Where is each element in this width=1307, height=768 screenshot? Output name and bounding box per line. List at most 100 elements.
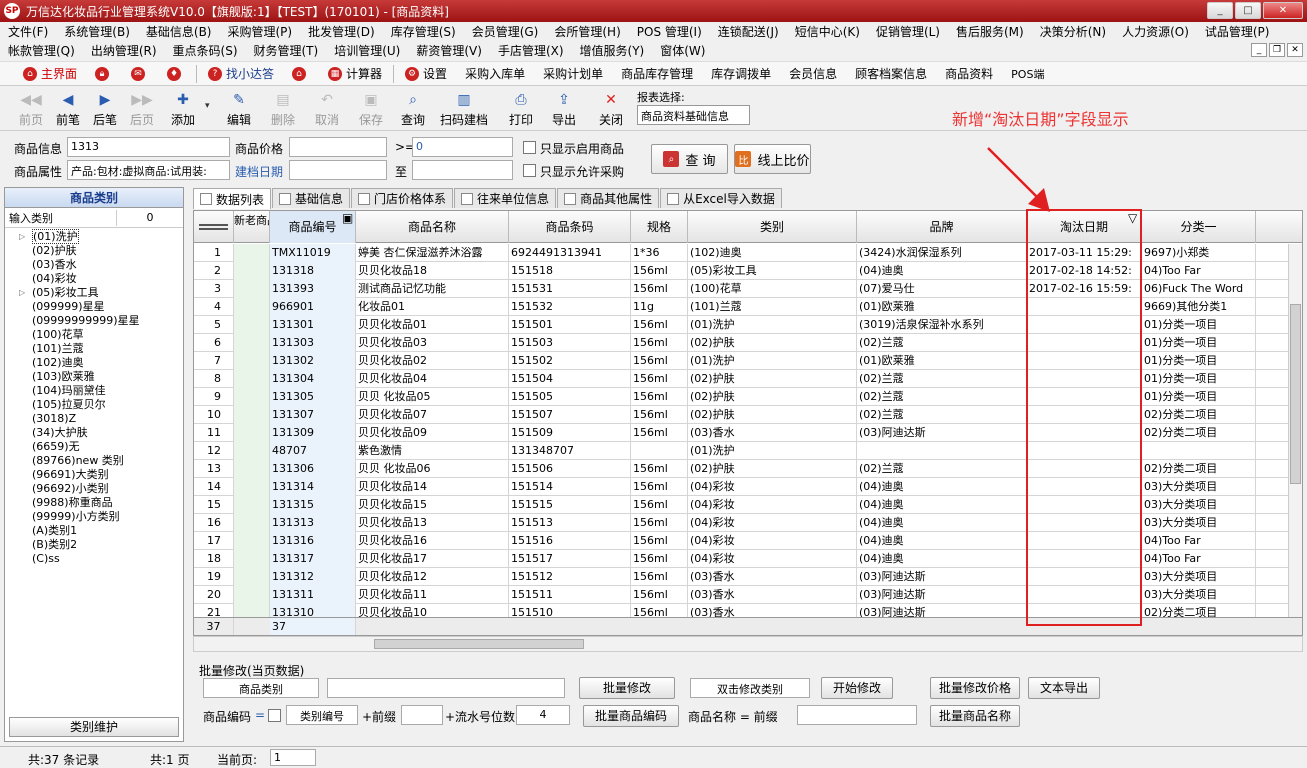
tree-item[interactable]: (34)大护肤 bbox=[5, 426, 183, 440]
cell-6[interactable]: (02)兰蔻 bbox=[857, 406, 1027, 424]
name-prefix-input[interactable] bbox=[797, 705, 917, 725]
menu1-item-2[interactable]: 基础信息(B) bbox=[138, 23, 220, 40]
cell-4[interactable]: 156ml bbox=[631, 568, 688, 586]
menu1-item-8[interactable]: POS 管理(I) bbox=[629, 23, 710, 40]
cell-1[interactable]: 131309 bbox=[270, 424, 356, 442]
tree-item[interactable]: (099999)星星 bbox=[5, 300, 183, 314]
tab-3[interactable]: 往来单位信息 bbox=[454, 188, 557, 208]
cell-2[interactable]: 贝贝化妆品17 bbox=[356, 550, 509, 568]
tree-item[interactable]: (04)彩妆 bbox=[5, 272, 183, 286]
toolbar-button-2[interactable]: ▶ 后笔 bbox=[84, 91, 126, 128]
cell-5[interactable]: (03)香水 bbox=[688, 604, 857, 617]
quick-stock[interactable]: 商品库存管理 bbox=[612, 65, 702, 82]
category-search-input[interactable]: 输入类别 bbox=[5, 209, 117, 226]
cell-8[interactable]: 01)分类一项目 bbox=[1142, 388, 1256, 406]
only-enabled-checkbox[interactable] bbox=[523, 141, 536, 154]
cell-5[interactable]: (03)香水 bbox=[688, 424, 857, 442]
new-old-cell[interactable] bbox=[234, 334, 270, 352]
cell-3[interactable]: 151531 bbox=[509, 280, 631, 298]
toolbar-button-13[interactable]: ✕ 关闭 bbox=[590, 91, 632, 128]
cell-4[interactable] bbox=[631, 442, 688, 460]
new-old-cell[interactable] bbox=[234, 262, 270, 280]
batch-price-button[interactable]: 批量修改价格 bbox=[930, 677, 1020, 699]
category-maintain-button[interactable]: 类别维护 bbox=[9, 717, 179, 737]
cell-3[interactable]: 151518 bbox=[509, 262, 631, 280]
new-old-cell[interactable] bbox=[234, 370, 270, 388]
toolbar-button-12[interactable]: ⇪ 导出 bbox=[543, 91, 585, 128]
menu2-item-7[interactable]: 增值服务(Y) bbox=[572, 42, 653, 59]
cell-4[interactable]: 156ml bbox=[631, 370, 688, 388]
toolbar-button-7[interactable]: ↶ 取消 bbox=[306, 91, 348, 128]
cell-5[interactable]: (05)彩妆工具 bbox=[688, 262, 857, 280]
cell-4[interactable]: 156ml bbox=[631, 532, 688, 550]
cell-3[interactable]: 151514 bbox=[509, 478, 631, 496]
cell-1[interactable]: 131317 bbox=[270, 550, 356, 568]
new-old-cell[interactable] bbox=[234, 586, 270, 604]
menu1-item-15[interactable]: 试品管理(P) bbox=[1197, 23, 1278, 40]
cell-5[interactable]: (02)护肤 bbox=[688, 370, 857, 388]
cell-2[interactable]: 紫色激情 bbox=[356, 442, 509, 460]
quick-customer[interactable]: 顾客档案信息 bbox=[846, 65, 936, 82]
cell-8[interactable]: 02)分类二项目 bbox=[1142, 460, 1256, 478]
new-old-cell[interactable] bbox=[234, 244, 270, 262]
cell-8[interactable]: 03)大分类项目 bbox=[1142, 586, 1256, 604]
cell-2[interactable]: 婷美 杏仁保湿滋养沐浴露 bbox=[356, 244, 509, 262]
cell-1[interactable]: 131316 bbox=[270, 532, 356, 550]
cell-5[interactable]: (02)护肤 bbox=[688, 406, 857, 424]
cell-8[interactable]: 02)分类二项目 bbox=[1142, 406, 1256, 424]
cell-8[interactable]: 01)分类一项目 bbox=[1142, 370, 1256, 388]
tree-item[interactable]: (89766)new 类别 bbox=[5, 454, 183, 468]
cell-2[interactable]: 化妆品01 bbox=[356, 298, 509, 316]
quick-house[interactable]: ⌂ bbox=[283, 66, 319, 81]
menu2-item-5[interactable]: 薪资管理(V) bbox=[408, 42, 490, 59]
cell-4[interactable]: 156ml bbox=[631, 604, 688, 617]
quick-transfer[interactable]: 库存调拨单 bbox=[702, 65, 780, 82]
cell-5[interactable]: (101)兰蔻 bbox=[688, 298, 857, 316]
tab-5[interactable]: 从Excel导入数据 bbox=[660, 188, 782, 208]
cell-1[interactable]: 131303 bbox=[270, 334, 356, 352]
tree-item[interactable]: (102)迪奥 bbox=[5, 356, 183, 370]
cell-2[interactable]: 贝贝化妆品01 bbox=[356, 316, 509, 334]
cell-8[interactable]: 9669)其他分类1 bbox=[1142, 298, 1256, 316]
tab-0[interactable]: 数据列表 bbox=[193, 188, 272, 209]
cell-6[interactable]: (04)迪奥 bbox=[857, 262, 1027, 280]
cell-6[interactable]: (04)迪奥 bbox=[857, 496, 1027, 514]
new-old-cell[interactable] bbox=[234, 280, 270, 298]
cell-6[interactable]: (3424)水润保湿系列 bbox=[857, 244, 1027, 262]
cell-3[interactable]: 151504 bbox=[509, 370, 631, 388]
cell-6[interactable]: (03)阿迪达斯 bbox=[857, 604, 1027, 617]
cell-3[interactable]: 151510 bbox=[509, 604, 631, 617]
toolbar-button-6[interactable]: ▤ 删除 bbox=[262, 91, 304, 128]
price-max-input[interactable]: 0 bbox=[412, 137, 513, 157]
tree-item[interactable]: (02)护肤 bbox=[5, 244, 183, 258]
cell-1[interactable]: 131305 bbox=[270, 388, 356, 406]
goods-attr-input[interactable]: 产品:包材:虚拟商品:试用装: bbox=[67, 160, 230, 180]
cell-8[interactable]: 03)大分类项目 bbox=[1142, 514, 1256, 532]
new-old-cell[interactable] bbox=[234, 496, 270, 514]
quick-calculator[interactable]: ▦ 计算器 bbox=[319, 65, 391, 82]
cell-8[interactable]: 01)分类一项目 bbox=[1142, 316, 1256, 334]
cell-3[interactable]: 151513 bbox=[509, 514, 631, 532]
cell-2[interactable]: 贝贝 化妆品05 bbox=[356, 388, 509, 406]
cell-6[interactable]: (04)迪奥 bbox=[857, 478, 1027, 496]
batch-name-button[interactable]: 批量商品名称 bbox=[930, 705, 1020, 727]
current-page-input[interactable]: 1 bbox=[270, 749, 316, 766]
cell-1[interactable]: 131314 bbox=[270, 478, 356, 496]
cell-8[interactable]: 06)Fuck The Word bbox=[1142, 280, 1256, 298]
prefix-input[interactable] bbox=[401, 705, 443, 725]
cell-5[interactable]: (02)护肤 bbox=[688, 460, 857, 478]
tree-item[interactable]: ▷ (05)彩妆工具 bbox=[5, 286, 183, 300]
cell-1[interactable]: 131307 bbox=[270, 406, 356, 424]
menu1-item-10[interactable]: 短信中心(K) bbox=[787, 23, 868, 40]
cell-6[interactable]: (02)兰蔻 bbox=[857, 334, 1027, 352]
cell-3[interactable]: 151502 bbox=[509, 352, 631, 370]
new-old-cell[interactable] bbox=[234, 460, 270, 478]
tree-item[interactable]: (03)香水 bbox=[5, 258, 183, 272]
new-old-cell[interactable] bbox=[234, 550, 270, 568]
cell-6[interactable]: (01)欧莱雅 bbox=[857, 352, 1027, 370]
tree-item[interactable]: (A)类别1 bbox=[5, 524, 183, 538]
quick-purchase-in[interactable]: 采购入库单 bbox=[456, 65, 534, 82]
cell-1[interactable]: 131306 bbox=[270, 460, 356, 478]
menu1-item-4[interactable]: 批发管理(D) bbox=[300, 23, 383, 40]
mdi-minimize-icon[interactable]: _ bbox=[1251, 43, 1267, 57]
